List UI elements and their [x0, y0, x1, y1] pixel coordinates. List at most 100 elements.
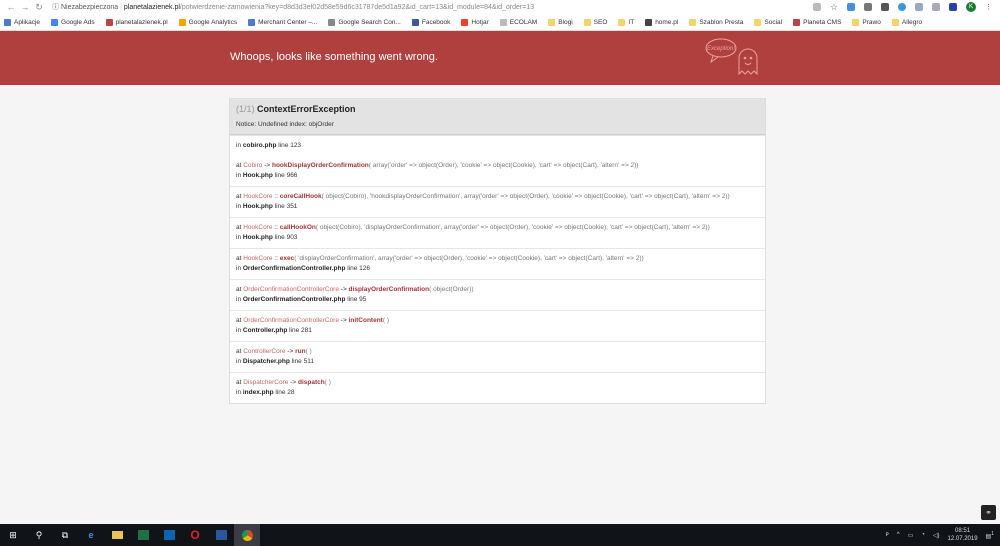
bookmark-icon	[248, 18, 256, 26]
in-label: in	[236, 172, 243, 179]
bookmark-item[interactable]: Social	[754, 18, 782, 26]
date: 12.07.2019	[947, 536, 978, 542]
class-name: Cobiro	[243, 162, 263, 169]
extension-icon[interactable]	[949, 3, 957, 11]
class-name: OrderConfirmationControllerCore	[243, 317, 339, 324]
back-icon[interactable]: ←	[4, 2, 18, 12]
line-number: line 126	[345, 265, 371, 272]
trace-row: at OrderConfirmationControllerCore -> in…	[230, 310, 765, 341]
bookmark-item[interactable]: Facebook	[411, 18, 450, 26]
reload-icon[interactable]: ↻	[32, 2, 46, 13]
method-name: displayOrderConfirmation	[348, 286, 430, 293]
extension-icon[interactable]	[881, 3, 889, 11]
line-number: line 123	[278, 142, 302, 149]
search-icon[interactable]: ⚲	[26, 524, 52, 546]
extension-icon[interactable]	[864, 3, 872, 11]
separator: ->	[288, 379, 298, 386]
translate-icon[interactable]	[812, 3, 821, 11]
clock[interactable]: 08:51 12.07.2019	[948, 527, 978, 543]
bookmark-item[interactable]: IT	[618, 18, 635, 26]
method-args: ( )	[324, 379, 331, 386]
task-view-icon[interactable]: ⧉	[52, 524, 78, 546]
class-name: DispatcherCore	[243, 379, 289, 386]
people-icon[interactable]: ᴘ	[886, 532, 889, 538]
bookmark-item[interactable]: Szablon Presta	[689, 18, 743, 26]
file-name: cobiro.php	[242, 142, 277, 149]
bookmark-item[interactable]: Google Search Con...	[328, 18, 401, 26]
bookmark-item[interactable]: Blogi	[548, 18, 573, 26]
bookmark-label: Prawo	[862, 18, 881, 26]
bookmark-item[interactable]: Hotjar	[461, 18, 489, 26]
bookmark-icon	[852, 18, 860, 26]
chrome-icon[interactable]	[234, 524, 260, 546]
in-label: in	[236, 389, 243, 396]
bookmark-item[interactable]: Merchant Center –...	[248, 18, 317, 26]
opera-icon[interactable]: O	[182, 524, 208, 546]
in-label: in	[236, 358, 243, 365]
excel-icon[interactable]	[130, 524, 156, 546]
method-name: exec	[279, 255, 295, 262]
bookmark-item[interactable]: home.pl	[645, 18, 679, 26]
bookmark-item[interactable]: Google Ads	[51, 18, 95, 26]
method-name: initContent	[348, 317, 383, 324]
bookmark-item[interactable]: Planeta CMS	[793, 18, 842, 26]
bookmark-icon	[754, 18, 762, 26]
forward-icon[interactable]: →	[18, 2, 32, 12]
outlook-icon[interactable]	[156, 524, 182, 546]
extension-icon[interactable]	[915, 3, 923, 11]
bookmark-icon	[793, 18, 801, 26]
bookmark-label: home.pl	[655, 18, 679, 26]
volume-icon[interactable]: ◁)	[933, 532, 940, 539]
bookmark-label: Planeta CMS	[803, 18, 842, 26]
notifications-icon[interactable]: ▤1	[986, 531, 994, 540]
info-icon[interactable]: ⓘ	[52, 2, 61, 12]
bookmark-item[interactable]: ECOLAM	[499, 18, 537, 26]
bookmark-item[interactable]: Aplikacje	[4, 18, 40, 26]
exception-count: (1/1)	[236, 104, 255, 114]
word-icon[interactable]	[208, 524, 234, 546]
browser-toolbar: ← → ↻ ⓘ Niezabezpieczona | planetalazien…	[0, 0, 1000, 14]
method-name: coreCallHook	[279, 193, 322, 200]
class-name: OrderConfirmationControllerCore	[243, 286, 339, 293]
time: 08:51	[955, 528, 971, 534]
bookmark-icon	[51, 18, 59, 26]
wifi-icon[interactable]: ◔	[921, 532, 925, 538]
line-number: line 281	[287, 327, 312, 334]
method-args: ( )	[382, 317, 389, 324]
profile-avatar[interactable]: K	[966, 2, 976, 12]
menu-icon[interactable]: ⋮	[985, 3, 992, 11]
extension-icon[interactable]	[847, 3, 855, 11]
extension-icon[interactable]	[898, 3, 906, 11]
bookmark-item[interactable]: planetalazienek.pl	[105, 18, 168, 26]
extension-floating-icon[interactable]: ⚭	[981, 505, 996, 520]
link-icon[interactable]	[932, 3, 940, 11]
file-explorer-icon[interactable]	[104, 524, 130, 546]
separator: ::	[272, 193, 280, 200]
class-name: HookCore	[243, 224, 273, 231]
bookmark-label: Google Search Con...	[338, 18, 401, 26]
file-name: OrderConfirmationController.php	[242, 265, 346, 272]
trace-row: at DispatcherCore -> dispatch( ) in index…	[230, 372, 765, 403]
star-icon[interactable]: ☆	[830, 2, 838, 13]
exception-message: Notice: Undefined index: objOrder	[236, 121, 334, 128]
svg-text:Exception!: Exception!	[707, 46, 735, 52]
class-name: HookCore	[243, 255, 273, 262]
edge-icon[interactable]: e	[78, 524, 104, 546]
method-args: ( )	[305, 348, 312, 355]
bookmark-item[interactable]: Google Analytics	[178, 18, 237, 26]
in-label: in	[236, 327, 243, 334]
trace-row: at HookCore :: callHookOn( object(Cobiro…	[230, 217, 765, 248]
separator: ->	[338, 317, 349, 324]
tray-chevron-icon[interactable]: ^	[897, 532, 900, 538]
bookmark-label: IT	[628, 18, 635, 26]
windows-start-icon[interactable]: ⊞	[0, 524, 26, 546]
bookmark-item[interactable]: Allegro	[891, 18, 922, 26]
bookmark-icon	[645, 18, 653, 26]
bookmark-label: planetalazienek.pl	[115, 18, 168, 26]
address-bar[interactable]: ⓘ Niezabezpieczona | planetalazienek.pl …	[52, 2, 813, 12]
battery-icon[interactable]: ▭	[908, 532, 914, 539]
bookmark-label: Hotjar	[471, 18, 489, 26]
bookmark-item[interactable]: SEO	[583, 18, 607, 26]
separator: ::	[272, 255, 280, 262]
bookmark-item[interactable]: Prawo	[852, 18, 881, 26]
